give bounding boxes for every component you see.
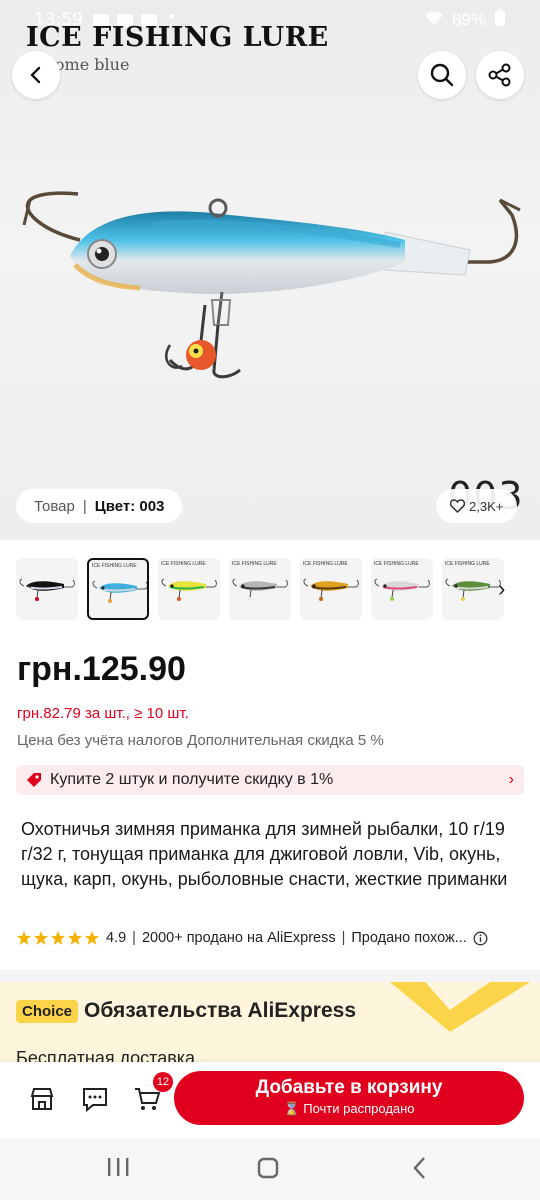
price: грн.125.90: [17, 650, 186, 688]
rating-stars: [16, 930, 100, 946]
choice-title: Обязательства AliExpress: [84, 999, 357, 1022]
variant-thumbnail[interactable]: [16, 558, 78, 620]
similar-sold: Продано похож...: [351, 930, 467, 946]
thumbnail-lure-image: [161, 578, 217, 601]
low-stock-note: ⌛ Почти распродано: [174, 1101, 524, 1117]
variant-thumbnail[interactable]: ICE FISHING LURE: [442, 558, 504, 620]
separator: |: [132, 930, 136, 946]
add-to-cart-label: Добавьте в корзину: [255, 1077, 443, 1098]
variant-thumbnail[interactable]: ICE FISHING LURE: [300, 558, 362, 620]
battery-percent: 89%: [451, 10, 486, 29]
color-selector-pill[interactable]: Товар | Цвет: 003: [16, 489, 183, 523]
section-divider: [0, 970, 540, 982]
color-pill-separator: |: [82, 497, 87, 515]
heart-icon: [450, 499, 465, 513]
home-button[interactable]: [256, 1156, 280, 1185]
star-icon: [68, 931, 82, 945]
variant-thumbnail[interactable]: ICE FISHING LURE: [229, 558, 291, 620]
thumbnail-lure-image: [92, 580, 147, 603]
home-icon: [257, 1157, 279, 1179]
variant-thumbnail[interactable]: ICE FISHING LURE: [158, 558, 220, 620]
add-to-cart-button[interactable]: Добавьте в корзину ⌛ Почти распродано: [174, 1071, 524, 1125]
cart-count-badge: 12: [153, 1072, 173, 1092]
low-stock-text: Почти распродано: [303, 1101, 415, 1116]
free-shipping-row: Бесплатная доставка: [16, 1048, 196, 1062]
promo-text: Купите 2 штук и получите скидку в 1%: [50, 771, 334, 788]
search-icon: [430, 63, 454, 87]
chevron-right-icon: ›: [508, 771, 514, 788]
star-icon: [17, 931, 31, 945]
star-icon: [51, 931, 65, 945]
share-button[interactable]: [476, 51, 524, 99]
share-icon: [488, 63, 511, 87]
store-button[interactable]: [25, 1082, 59, 1116]
search-button[interactable]: [418, 51, 466, 99]
chevron-right-icon[interactable]: ›: [498, 576, 505, 602]
thumbnail-lure-image: [19, 578, 75, 601]
choice-badge: Choice: [16, 1000, 79, 1023]
system-nav-bar: [0, 1138, 540, 1200]
star-icon: [85, 931, 99, 945]
store-icon: [30, 1088, 54, 1110]
sold-count: 2000+ продано на AliExpress: [141, 930, 336, 946]
wifi-icon: [424, 10, 444, 31]
tax-note: Цена без учёта налогов Дополнительная ск…: [17, 732, 384, 749]
recents-button[interactable]: [106, 1156, 130, 1183]
chat-button[interactable]: [78, 1082, 112, 1116]
back-arrow-icon: [413, 1157, 425, 1179]
wishlist-button[interactable]: 2,3K+: [436, 489, 518, 523]
choice-decoration: [390, 982, 530, 1032]
thumbnail-lure-image: [374, 578, 430, 601]
promo-banner[interactable]: Купите 2 штук и получите скидку в 1% ›: [16, 765, 524, 795]
likes-count: 2,3K+: [469, 498, 504, 514]
rating-row[interactable]: 4.9 | 2000+ продано на AliExpress | Прод…: [16, 930, 526, 946]
variant-thumbnails: ICE FISHING LURE ICE FISHING LURE ICE FISH…: [0, 540, 540, 638]
info-icon[interactable]: [473, 931, 488, 946]
thumbnail-lure-image: [445, 578, 501, 601]
hourglass-icon: ⌛: [283, 1101, 300, 1116]
star-icon: [34, 931, 48, 945]
separator: |: [341, 930, 346, 946]
color-pill-value: Цвет: 003: [94, 497, 165, 515]
variant-thumbnail[interactable]: ICE FISHING LURE: [87, 558, 149, 620]
product-title: Охотничья зимняя приманка для зимней рыб…: [21, 819, 508, 889]
choice-commitments-section[interactable]: Choice Обязательства AliExpress Бесплатн…: [0, 982, 540, 1062]
system-back-button[interactable]: [410, 1156, 430, 1185]
thumbnail-lure-image: [232, 578, 288, 601]
battery-icon: [494, 8, 506, 32]
chevron-left-icon: [30, 66, 41, 84]
color-pill-label: Товар: [34, 497, 75, 515]
variant-thumbnail[interactable]: ICE FISHING LURE: [371, 558, 433, 620]
product-image-area[interactable]: 13:59 89% ICE FISHING LURE chrome blue 0…: [0, 0, 540, 540]
back-button[interactable]: [12, 51, 60, 99]
recents-icon: [108, 1158, 129, 1176]
thumbnail-lure-image: [303, 578, 359, 601]
bulk-price: грн.82.79 за шт., ≥ 10 шт.: [17, 705, 189, 722]
chat-icon: [83, 1088, 107, 1113]
rating-value: 4.9: [106, 930, 127, 946]
tag-icon: [27, 773, 41, 787]
brand-title: ICE FISHING LURE: [26, 22, 329, 53]
